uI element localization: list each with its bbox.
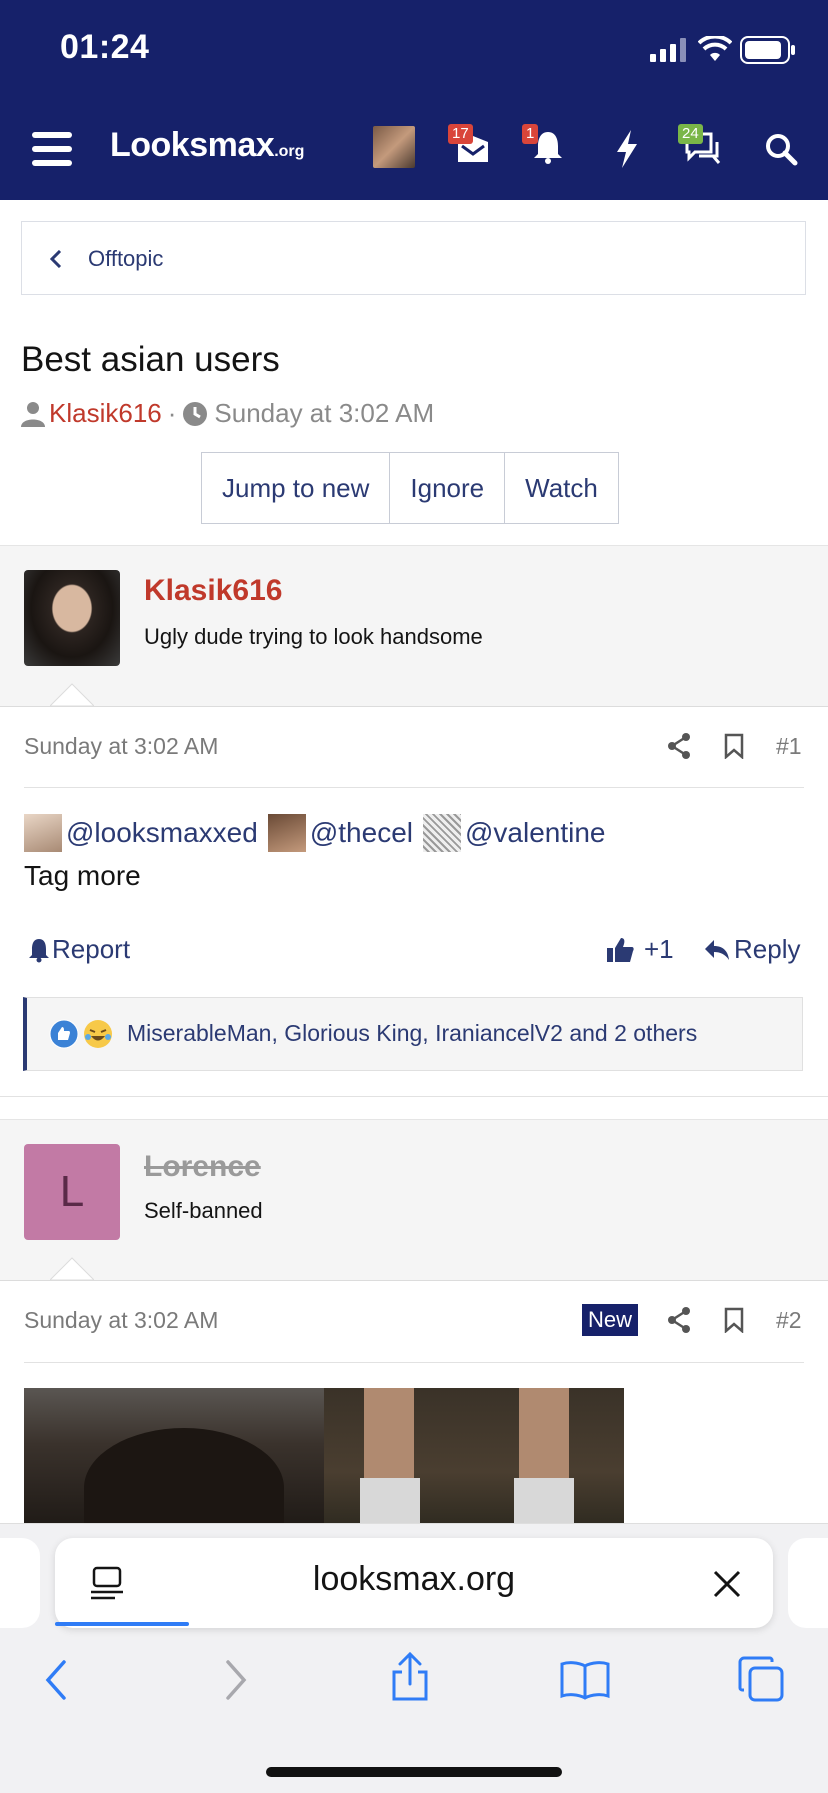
cellular-signal-icon <box>650 38 686 62</box>
post-2-number[interactable]: #2 <box>776 1307 802 1334</box>
user-icon <box>21 401 45 427</box>
menu-icon[interactable] <box>32 132 72 166</box>
ignore-button[interactable]: Ignore <box>390 453 506 523</box>
post-2-username[interactable]: Lorence <box>144 1150 261 1184</box>
post-1-date[interactable]: Sunday at 3:02 AM <box>24 733 218 760</box>
bell-report-icon <box>29 938 49 962</box>
reactions-bar[interactable]: MiserableMan, Glorious King, IraniancelV… <box>23 997 803 1071</box>
clock-icon <box>183 401 208 426</box>
post-1-user-title: Ugly dude trying to look handsome <box>144 624 483 649</box>
site-logo[interactable]: Looksmax.org <box>110 126 304 165</box>
thread-actions: Jump to new Ignore Watch <box>201 452 619 524</box>
userbar-arrow <box>50 1257 94 1280</box>
mention-avatar-looksmaxxed <box>24 814 62 852</box>
share-sheet-icon[interactable] <box>390 1652 430 1702</box>
mention-thecel[interactable]: @thecel <box>310 817 413 849</box>
breadcrumb-label[interactable]: Offtopic <box>88 246 163 272</box>
mention-looksmaxxed[interactable]: @looksmaxxed <box>66 817 258 849</box>
watch-button[interactable]: Watch <box>505 453 618 523</box>
thread-title: Best asian users <box>21 340 280 379</box>
close-icon[interactable] <box>713 1570 741 1598</box>
thumbs-up-icon <box>607 937 634 962</box>
post-2-user-title: Self-banned <box>144 1198 263 1223</box>
home-indicator <box>266 1767 562 1777</box>
logo-suffix: .org <box>274 143 305 160</box>
divider <box>24 787 804 788</box>
next-tab-peek[interactable] <box>788 1538 828 1628</box>
laugh-reaction-icon <box>84 1020 112 1048</box>
userbar-arrow <box>50 683 94 706</box>
post-1-userbar: Klasik616 Ugly dude trying to look hands… <box>0 545 828 707</box>
battery-icon <box>740 36 795 64</box>
inbox-badge: 17 <box>448 124 473 144</box>
top-nav-bar: Looksmax.org 17 1 24 <box>0 100 828 200</box>
url-text[interactable]: looksmax.org <box>55 1560 773 1599</box>
avatar-letter: L <box>59 1167 85 1216</box>
report-label: Report <box>52 934 131 964</box>
jump-to-new-button[interactable]: Jump to new <box>202 453 391 523</box>
post-2-image-2[interactable] <box>324 1388 624 1528</box>
post-1-username[interactable]: Klasik616 <box>144 574 282 608</box>
report-button[interactable]: Report <box>28 934 130 965</box>
reply-button[interactable]: Reply <box>704 934 800 965</box>
post-1-number[interactable]: #1 <box>776 733 802 760</box>
like-button[interactable]: +1 <box>606 934 674 965</box>
like-count: +1 <box>644 934 674 964</box>
previous-tab-peek[interactable] <box>0 1538 40 1628</box>
post-1-avatar[interactable] <box>24 570 120 666</box>
thread-meta: Klasik616 · Sunday at 3:02 AM <box>21 398 434 429</box>
reply-label: Reply <box>734 934 801 964</box>
post-1-text: Tag more <box>24 860 141 891</box>
bookmarks-icon[interactable] <box>560 1660 610 1700</box>
share-icon[interactable] <box>667 733 691 759</box>
tabs-icon[interactable] <box>738 1656 784 1702</box>
reactions-text[interactable]: MiserableMan, Glorious King, IraniancelV… <box>127 1020 697 1047</box>
alerts-badge: 1 <box>522 124 539 144</box>
mention-valentine[interactable]: @valentine <box>465 817 606 849</box>
reply-icon <box>705 939 729 960</box>
wifi-icon <box>698 36 732 61</box>
forward-icon[interactable] <box>224 1660 248 1700</box>
page-load-progress <box>55 1622 189 1626</box>
post-2-date[interactable]: Sunday at 3:02 AM <box>24 1307 218 1334</box>
breadcrumb[interactable]: Offtopic <box>21 221 806 295</box>
post-1-mentions: @looksmaxxed @thecel @valentine <box>24 814 606 852</box>
back-icon[interactable] <box>44 1660 68 1700</box>
thread-author[interactable]: Klasik616 <box>49 398 162 429</box>
user-avatar[interactable] <box>373 126 415 168</box>
thread-date: Sunday at 3:02 AM <box>214 398 435 428</box>
post-2-userbar: L Lorence Self-banned <box>0 1119 828 1281</box>
mention-avatar-thecel <box>267 814 306 852</box>
status-bar: 01:24 <box>0 0 828 100</box>
bookmark-icon[interactable] <box>724 1307 744 1333</box>
share-icon[interactable] <box>667 1307 691 1333</box>
like-reaction-icon <box>49 1019 79 1049</box>
chevron-left-icon <box>50 250 62 268</box>
bookmark-icon[interactable] <box>724 733 744 759</box>
new-badge: New <box>582 1304 639 1336</box>
status-time: 01:24 <box>60 28 150 66</box>
bolt-icon[interactable] <box>615 130 639 168</box>
address-bar[interactable]: looksmax.org <box>55 1538 773 1628</box>
post-2-image-1[interactable] <box>24 1388 324 1528</box>
divider <box>0 1096 828 1097</box>
search-icon[interactable] <box>764 132 798 166</box>
divider <box>24 1362 804 1363</box>
post-2-avatar[interactable]: L <box>24 1144 120 1240</box>
logo-text: Looksmax <box>110 126 275 164</box>
meta-separator: · <box>167 398 177 428</box>
mention-avatar-valentine <box>422 814 461 852</box>
messages-badge: 24 <box>678 124 703 144</box>
